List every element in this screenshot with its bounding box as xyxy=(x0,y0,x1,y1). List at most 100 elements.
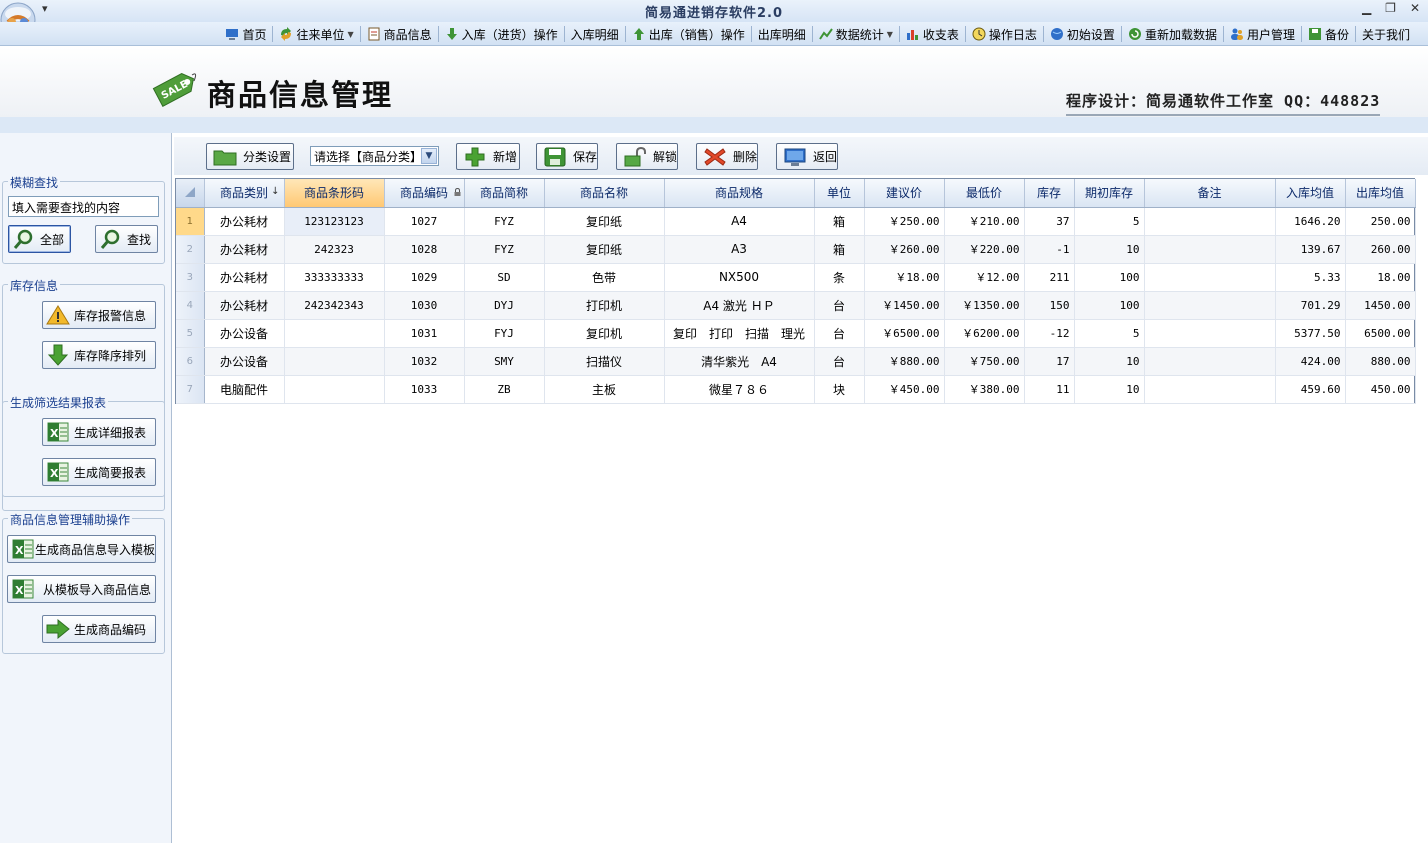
stock-alert-button[interactable]: 库存报警信息 xyxy=(42,301,156,329)
table-cell[interactable]: 10 xyxy=(1074,347,1145,376)
table-row[interactable]: 2 办公耗材 242323 1028 FYZ 复印纸 A3 箱 ￥260.00 ￥220.00 -1… xyxy=(176,235,1416,264)
table-cell[interactable]: 10 xyxy=(1074,375,1145,404)
table-cell[interactable]: 701.29 xyxy=(1275,291,1346,320)
table-cell[interactable]: 扫描仪 xyxy=(544,347,665,376)
table-cell[interactable]: ￥450.00 xyxy=(864,375,945,404)
menu-item[interactable]: 出库明细 xyxy=(754,25,810,43)
column-header[interactable]: 单位 xyxy=(814,179,865,208)
menu-item[interactable]: 初始设置 xyxy=(1046,25,1119,43)
stock-desc-button[interactable]: 库存降序排列 xyxy=(42,341,156,369)
minimize-icon[interactable]: ▁ xyxy=(1362,1,1371,15)
table-cell[interactable]: 150 xyxy=(1024,291,1075,320)
table-cell[interactable] xyxy=(284,347,385,376)
table-cell[interactable]: ￥1450.00 xyxy=(864,291,945,320)
table-row[interactable]: 5 办公设备 1031 FYJ 复印机 复印 打印 扫描 理光台 ￥6500.00 ￥6200… xyxy=(176,319,1416,348)
table-cell[interactable]: ￥750.00 xyxy=(944,347,1025,376)
table-cell[interactable] xyxy=(1144,263,1276,292)
menu-item[interactable]: 备份 xyxy=(1304,25,1353,43)
table-cell[interactable]: 办公设备 xyxy=(204,347,285,376)
table-cell[interactable]: FYZ xyxy=(464,207,545,236)
column-header[interactable]: 商品规格 xyxy=(664,179,815,208)
import-from-template-button[interactable]: X 从模板导入商品信息 xyxy=(7,575,156,603)
table-cell[interactable]: 复印纸 xyxy=(544,207,665,236)
table-row[interactable]: 6 办公设备 1032 SMY 扫描仪 清华紫光 A4 台 ￥880.00 ￥750.00 17 1… xyxy=(176,347,1416,376)
table-cell[interactable]: ￥880.00 xyxy=(864,347,945,376)
table-row[interactable]: 3 办公耗材 333333333 1029 SD 色带 NX500 条 ￥18.00 ￥12.00… xyxy=(176,263,1416,292)
table-cell[interactable] xyxy=(1144,319,1276,348)
table-cell[interactable] xyxy=(1144,207,1276,236)
table-cell[interactable]: 5 xyxy=(1074,207,1145,236)
category-select[interactable]: 请选择【商品分类】 ▼ xyxy=(310,146,439,166)
menu-item[interactable]: 入库明细 xyxy=(567,25,623,43)
table-row[interactable]: 7 电脑配件 1033 ZB 主板 微星７８６ 块 ￥450.00 ￥380.00 11 10 459… xyxy=(176,375,1416,404)
table-cell[interactable]: 424.00 xyxy=(1275,347,1346,376)
table-cell[interactable]: 条 xyxy=(814,263,865,292)
menu-item[interactable]: 首页 xyxy=(221,25,270,43)
table-cell[interactable]: 1029 xyxy=(384,263,465,292)
table-cell[interactable]: 办公耗材 xyxy=(204,235,285,264)
import-template-button[interactable]: X 生成商品信息导入模板 xyxy=(7,535,156,563)
delete-button[interactable]: 删除 xyxy=(696,143,758,170)
table-cell[interactable]: 1032 xyxy=(384,347,465,376)
table-cell[interactable] xyxy=(1144,375,1276,404)
menu-item[interactable]: 收支表 xyxy=(902,25,963,43)
table-cell[interactable]: ZB xyxy=(464,375,545,404)
table-cell[interactable]: 台 xyxy=(814,319,865,348)
table-cell[interactable]: 办公耗材 xyxy=(204,207,285,236)
table-cell[interactable] xyxy=(1144,235,1276,264)
table-cell[interactable] xyxy=(284,319,385,348)
table-cell[interactable]: 123123123 xyxy=(284,207,385,236)
close-icon[interactable]: ✕ xyxy=(1410,1,1420,15)
menu-item[interactable]: 往来单位 ▼ xyxy=(275,25,357,43)
table-cell[interactable]: 复印纸 xyxy=(544,235,665,264)
table-cell[interactable]: 办公耗材 xyxy=(204,291,285,320)
table-cell[interactable]: 37 xyxy=(1024,207,1075,236)
table-cell[interactable] xyxy=(1144,347,1276,376)
menu-item[interactable]: 出库（销售）操作 xyxy=(628,25,749,43)
table-cell[interactable]: ￥6200.00 xyxy=(944,319,1025,348)
table-cell[interactable]: ￥210.00 xyxy=(944,207,1025,236)
generate-code-button[interactable]: 生成商品编码 xyxy=(42,615,156,643)
find-button[interactable]: 查找 xyxy=(95,225,158,253)
grid-corner[interactable] xyxy=(176,179,205,208)
table-cell[interactable]: 复印机 xyxy=(544,319,665,348)
menu-item[interactable]: 操作日志 xyxy=(968,25,1041,43)
table-cell[interactable]: 微星７８６ xyxy=(664,375,815,404)
table-cell[interactable]: 18.00 xyxy=(1345,263,1416,292)
save-button[interactable]: 保存 xyxy=(536,143,598,170)
table-cell[interactable]: 10 xyxy=(1074,235,1145,264)
table-cell[interactable] xyxy=(1144,291,1276,320)
add-button[interactable]: 新增 xyxy=(456,143,520,170)
table-cell[interactable]: ￥12.00 xyxy=(944,263,1025,292)
table-cell[interactable]: ￥18.00 xyxy=(864,263,945,292)
menu-item[interactable]: 重新加载数据 xyxy=(1124,25,1221,43)
table-cell[interactable]: 1031 xyxy=(384,319,465,348)
table-cell[interactable]: 242342343 xyxy=(284,291,385,320)
table-cell[interactable]: 色带 xyxy=(544,263,665,292)
table-cell[interactable]: 11 xyxy=(1024,375,1075,404)
summary-report-button[interactable]: X 生成简要报表 xyxy=(42,458,156,486)
table-cell[interactable]: 清华紫光 A4 xyxy=(664,347,815,376)
column-header[interactable]: 商品名称 xyxy=(544,179,665,208)
row-number[interactable]: 6 xyxy=(176,347,205,376)
column-header[interactable]: 商品条形码 xyxy=(284,179,385,208)
row-number[interactable]: 4 xyxy=(176,291,205,320)
table-cell[interactable]: 1027 xyxy=(384,207,465,236)
table-cell[interactable]: SD xyxy=(464,263,545,292)
table-cell[interactable]: 459.60 xyxy=(1275,375,1346,404)
menu-item[interactable]: 数据统计 ▼ xyxy=(815,25,897,43)
row-number[interactable]: 7 xyxy=(176,375,205,404)
column-header[interactable]: 建议价 xyxy=(864,179,945,208)
chevron-down-icon[interactable]: ▼ xyxy=(421,148,437,164)
table-cell[interactable]: 箱 xyxy=(814,235,865,264)
table-cell[interactable]: 333333333 xyxy=(284,263,385,292)
table-cell[interactable]: 办公耗材 xyxy=(204,263,285,292)
table-cell[interactable]: SMY xyxy=(464,347,545,376)
menu-item[interactable]: 商品信息 xyxy=(363,25,436,43)
table-cell[interactable]: 6500.00 xyxy=(1345,319,1416,348)
column-header[interactable]: 期初库存 xyxy=(1074,179,1145,208)
table-cell[interactable]: A4 xyxy=(664,207,815,236)
column-header[interactable]: 商品编码 xyxy=(384,179,465,208)
row-number[interactable]: 5 xyxy=(176,319,205,348)
column-header[interactable]: 出库均值 xyxy=(1345,179,1416,208)
